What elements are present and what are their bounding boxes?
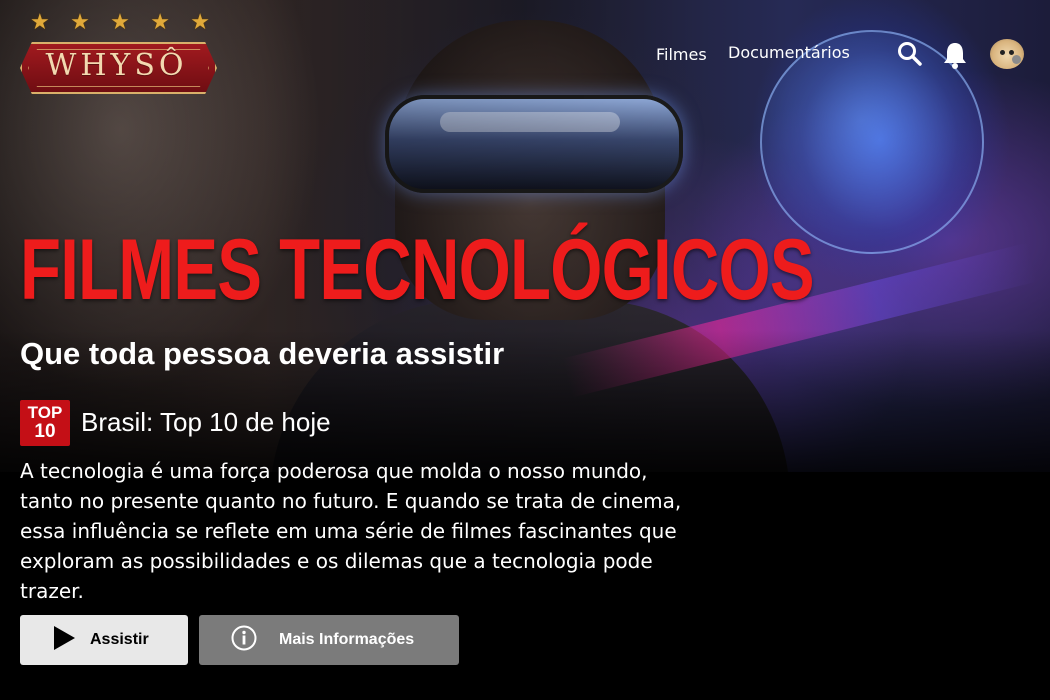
- nav-link-filmes[interactable]: Filmes: [656, 45, 707, 64]
- more-info-button[interactable]: Mais Informações: [199, 615, 459, 665]
- star-icon: ★: [190, 10, 210, 35]
- top10-badge: TOP 10: [20, 400, 70, 446]
- more-info-button-label: Mais Informações: [279, 631, 415, 648]
- logo-text: WHYSÔ: [45, 48, 188, 83]
- play-button-label: Assistir: [90, 631, 149, 648]
- avatar[interactable]: [990, 39, 1024, 69]
- brand-logo[interactable]: ★ ★ ★ ★ ★ WHYSÔ: [20, 12, 217, 94]
- nav-link-documentarios[interactable]: Documentários: [728, 43, 850, 62]
- hero-subtitle: Que toda pessoa deveria assistir: [20, 336, 505, 371]
- star-icon: ★: [150, 10, 170, 35]
- info-icon: [231, 625, 257, 656]
- play-icon: [52, 625, 76, 656]
- star-icon: ★: [30, 10, 50, 35]
- hero-title: FILMES TECNOLÓGICOS: [20, 222, 815, 318]
- ranking-text: Brasil: Top 10 de hoje: [81, 407, 331, 437]
- star-icon: ★: [110, 10, 130, 35]
- star-icon: ★: [70, 10, 90, 35]
- top10-badge-line1: TOP: [27, 403, 63, 422]
- bell-icon[interactable]: [941, 40, 969, 70]
- logo-stars: ★ ★ ★ ★ ★: [30, 12, 210, 34]
- hero-description: A tecnologia é uma força poderosa que mo…: [20, 459, 682, 603]
- top10-badge-line2: 10: [34, 421, 56, 442]
- play-button[interactable]: Assistir: [20, 615, 188, 665]
- search-icon[interactable]: [896, 40, 924, 68]
